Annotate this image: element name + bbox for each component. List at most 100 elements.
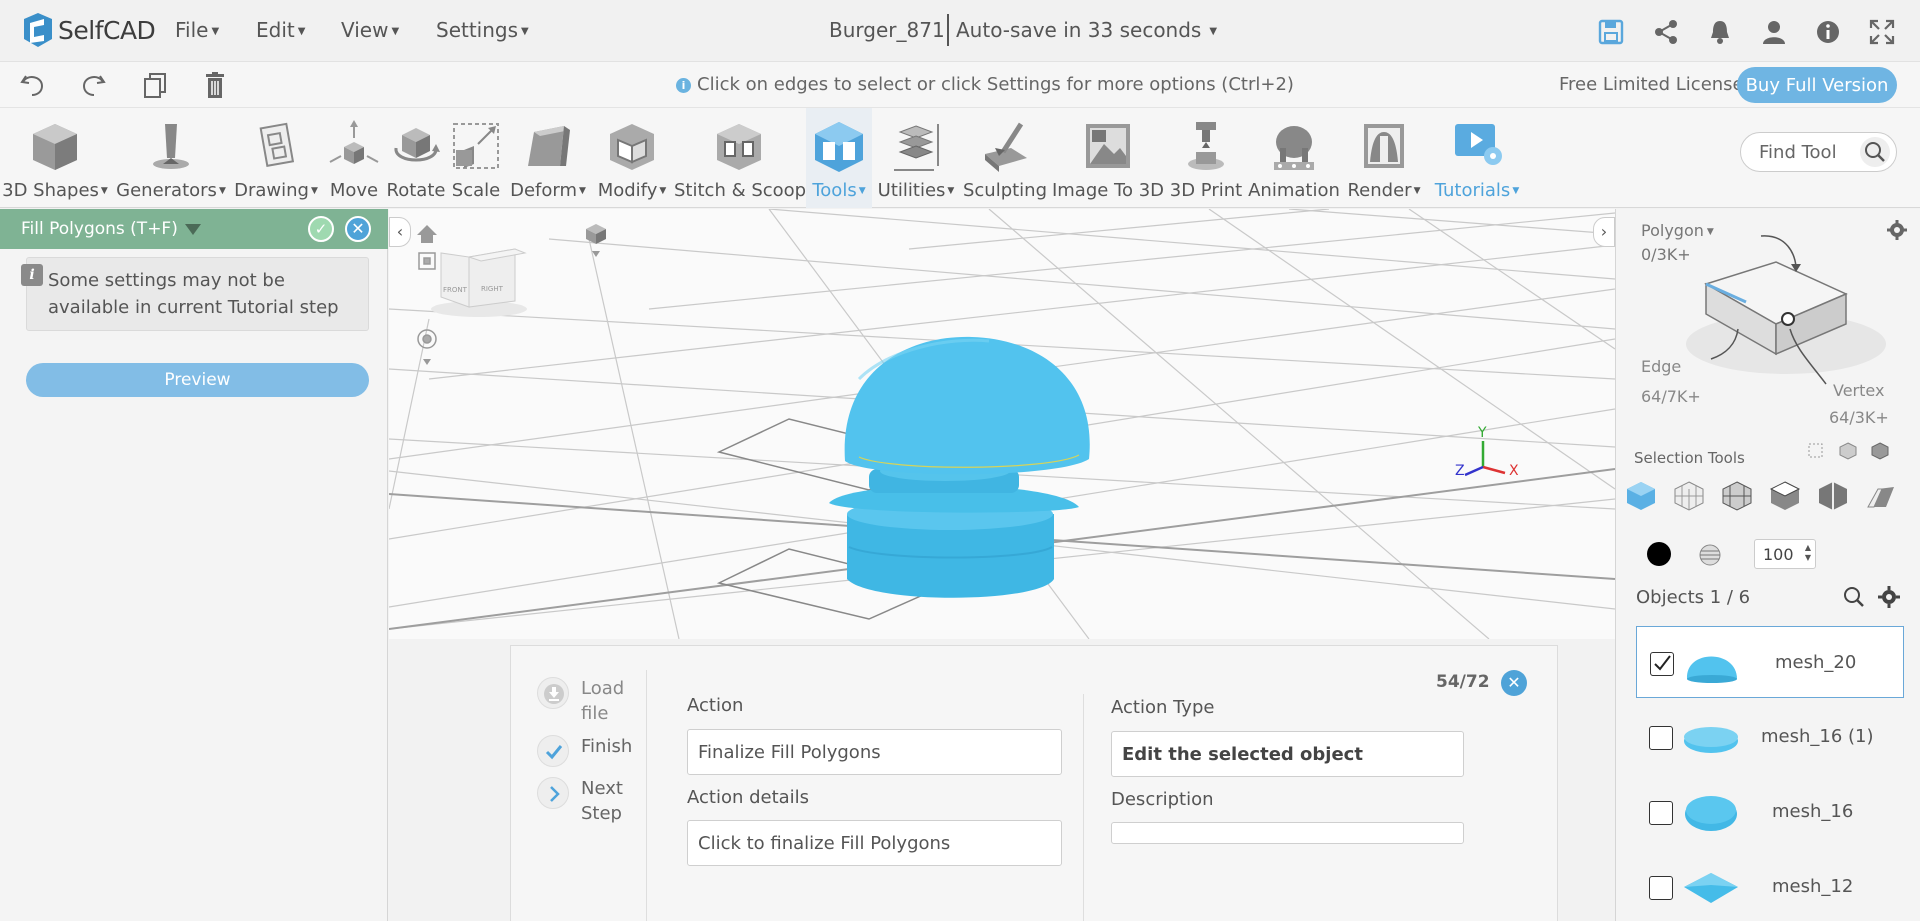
buy-full-version-button[interactable]: Buy Full Version — [1737, 67, 1897, 103]
undo-icon[interactable] — [18, 70, 48, 100]
panel-dropdown-icon[interactable] — [185, 224, 201, 235]
tool-tutorials[interactable]: Tutorials ▼ — [1428, 108, 1526, 208]
edge-count: 64/7K+ — [1641, 387, 1701, 406]
logo-text: SelfCAD — [58, 15, 156, 45]
box-select-icon[interactable] — [1806, 441, 1826, 461]
object-row-mesh-16[interactable]: mesh_16 — [1636, 776, 1904, 848]
description-label: Description — [1111, 789, 1214, 810]
rotate-icon — [394, 128, 440, 162]
save-icon[interactable] — [1597, 18, 1625, 46]
mesh-select-icon[interactable] — [1838, 441, 1858, 461]
stitch-scoop-icon — [717, 124, 761, 170]
action-details-field[interactable]: Click to finalize Fill Polygons — [687, 820, 1062, 866]
tool-generators[interactable]: Generators ▼ — [114, 108, 228, 208]
collapse-right-panel-button[interactable]: › — [1593, 217, 1615, 247]
find-tool-input[interactable]: Find Tool — [1740, 132, 1897, 172]
user-icon[interactable] — [1760, 18, 1788, 46]
object-thumbnail — [1684, 727, 1738, 753]
selection-hint: i Click on edges to select or click Setti… — [676, 74, 1294, 95]
redo-icon[interactable] — [78, 70, 108, 100]
tool-scale[interactable]: Scale — [448, 108, 504, 208]
size-input[interactable]: 100 ▲ ▼ — [1754, 539, 1816, 569]
share-icon[interactable] — [1652, 18, 1680, 46]
bell-icon[interactable] — [1706, 18, 1734, 46]
object-checkbox[interactable] — [1649, 726, 1673, 750]
search-icon[interactable] — [1860, 137, 1890, 167]
object-checkbox[interactable] — [1650, 652, 1674, 676]
fullscreen-icon[interactable] — [1868, 18, 1896, 46]
tool-drawing[interactable]: Drawing ▼ — [230, 108, 322, 208]
object-thumbnail — [1685, 796, 1737, 831]
document-title[interactable]: Burger_871 — [829, 18, 945, 42]
tool-move[interactable]: Move — [324, 108, 384, 208]
select-wireframe-icon[interactable] — [1672, 479, 1706, 513]
collapse-left-panel-button[interactable]: ‹ — [389, 217, 411, 247]
color-picker[interactable] — [1647, 542, 1671, 566]
copy-icon[interactable] — [140, 70, 170, 100]
tool-render[interactable]: Render ▼ — [1342, 108, 1426, 208]
select-edges-icon[interactable] — [1816, 479, 1850, 513]
vertex-label: Vertex — [1833, 381, 1885, 400]
burger-model — [716, 336, 1090, 620]
panel-title: Fill Polygons (T+F) — [21, 219, 178, 239]
menu-settings[interactable]: Settings ▼ — [436, 18, 529, 42]
view-cube: FRONT RIGHT — [431, 248, 527, 317]
tutorial-step-dialog: Load file Finish Next Step Action Finali… — [510, 645, 1558, 921]
tool-3d-shapes[interactable]: 3D Shapes ▼ — [0, 108, 110, 208]
close-panel-button[interactable]: ✕ — [345, 216, 371, 242]
hint-info-icon: i — [676, 78, 691, 93]
select-plane-icon[interactable] — [1864, 479, 1898, 513]
tool-image-to-3d[interactable]: Image To 3D — [1050, 108, 1166, 208]
tool-utilities[interactable]: Utilities ▼ — [874, 108, 958, 208]
3d-viewport[interactable]: FRONT RIGHT Y X Z ‹ › — [389, 209, 1615, 639]
texture-icon[interactable] — [1697, 542, 1723, 568]
objects-settings-icon[interactable] — [1877, 585, 1901, 609]
select-faces-icon[interactable] — [1768, 479, 1802, 513]
divider — [646, 670, 647, 921]
object-row-mesh-16-1[interactable]: mesh_16 (1) — [1636, 701, 1904, 773]
app-logo[interactable]: SelfCAD — [20, 10, 156, 50]
home-view-icon — [417, 225, 437, 243]
info-icon[interactable] — [1814, 18, 1842, 46]
delete-icon[interactable] — [200, 70, 230, 100]
action-type-field[interactable]: Edit the selected object — [1111, 731, 1464, 777]
camera-icon — [417, 329, 437, 349]
3d-print-icon — [1188, 122, 1224, 170]
tool-stitch-scoop[interactable]: Stitch & Scoop — [674, 108, 806, 208]
deform-icon — [528, 126, 570, 166]
tool-modify[interactable]: Modify ▼ — [590, 108, 674, 208]
search-objects-icon[interactable] — [1842, 585, 1866, 609]
select-polygons-icon[interactable] — [1720, 479, 1754, 513]
menu-file[interactable]: File ▼ — [175, 18, 219, 42]
object-checkbox[interactable] — [1649, 876, 1673, 900]
tool-animation[interactable]: Animation — [1246, 108, 1342, 208]
tool-3d-print[interactable]: 3D Print — [1166, 108, 1246, 208]
preview-button[interactable]: Preview — [26, 363, 369, 397]
selection-tools-label: Selection Tools — [1634, 449, 1745, 467]
secondary-bar: i Click on edges to select or click Setti… — [0, 62, 1920, 108]
tutorials-icon — [1455, 124, 1502, 165]
tool-tools[interactable]: Tools ▼ — [806, 108, 872, 208]
confirm-button[interactable]: ✓ — [308, 216, 334, 242]
object-row-mesh-20[interactable]: mesh_20 — [1636, 626, 1904, 698]
divider — [1083, 694, 1084, 921]
image-to-3d-icon — [1086, 124, 1130, 168]
autosave-status[interactable]: Auto-save in 33 seconds ▼ — [956, 18, 1217, 42]
close-tutorial-button[interactable]: ✕ — [1501, 670, 1527, 696]
objects-count: Objects 1 / 6 — [1636, 587, 1751, 608]
menu-edit[interactable]: Edit ▼ — [256, 18, 305, 42]
selection-mode-cube[interactable] — [1666, 224, 1906, 394]
object-row-mesh-12[interactable]: mesh_12 — [1636, 851, 1904, 921]
menu-view[interactable]: View ▼ — [341, 18, 399, 42]
object-thumbnail — [1686, 656, 1737, 683]
description-field[interactable] — [1111, 822, 1464, 844]
solid-select-icon[interactable] — [1870, 441, 1890, 461]
object-checkbox[interactable] — [1649, 801, 1673, 825]
action-type-label: Action Type — [1111, 697, 1215, 718]
perspective-icon — [586, 224, 606, 257]
action-field[interactable]: Finalize Fill Polygons — [687, 729, 1062, 775]
tool-deform[interactable]: Deform ▼ — [506, 108, 590, 208]
tool-rotate[interactable]: Rotate — [384, 108, 448, 208]
select-object-icon[interactable] — [1624, 479, 1658, 513]
tool-sculpting[interactable]: Sculpting — [962, 108, 1048, 208]
